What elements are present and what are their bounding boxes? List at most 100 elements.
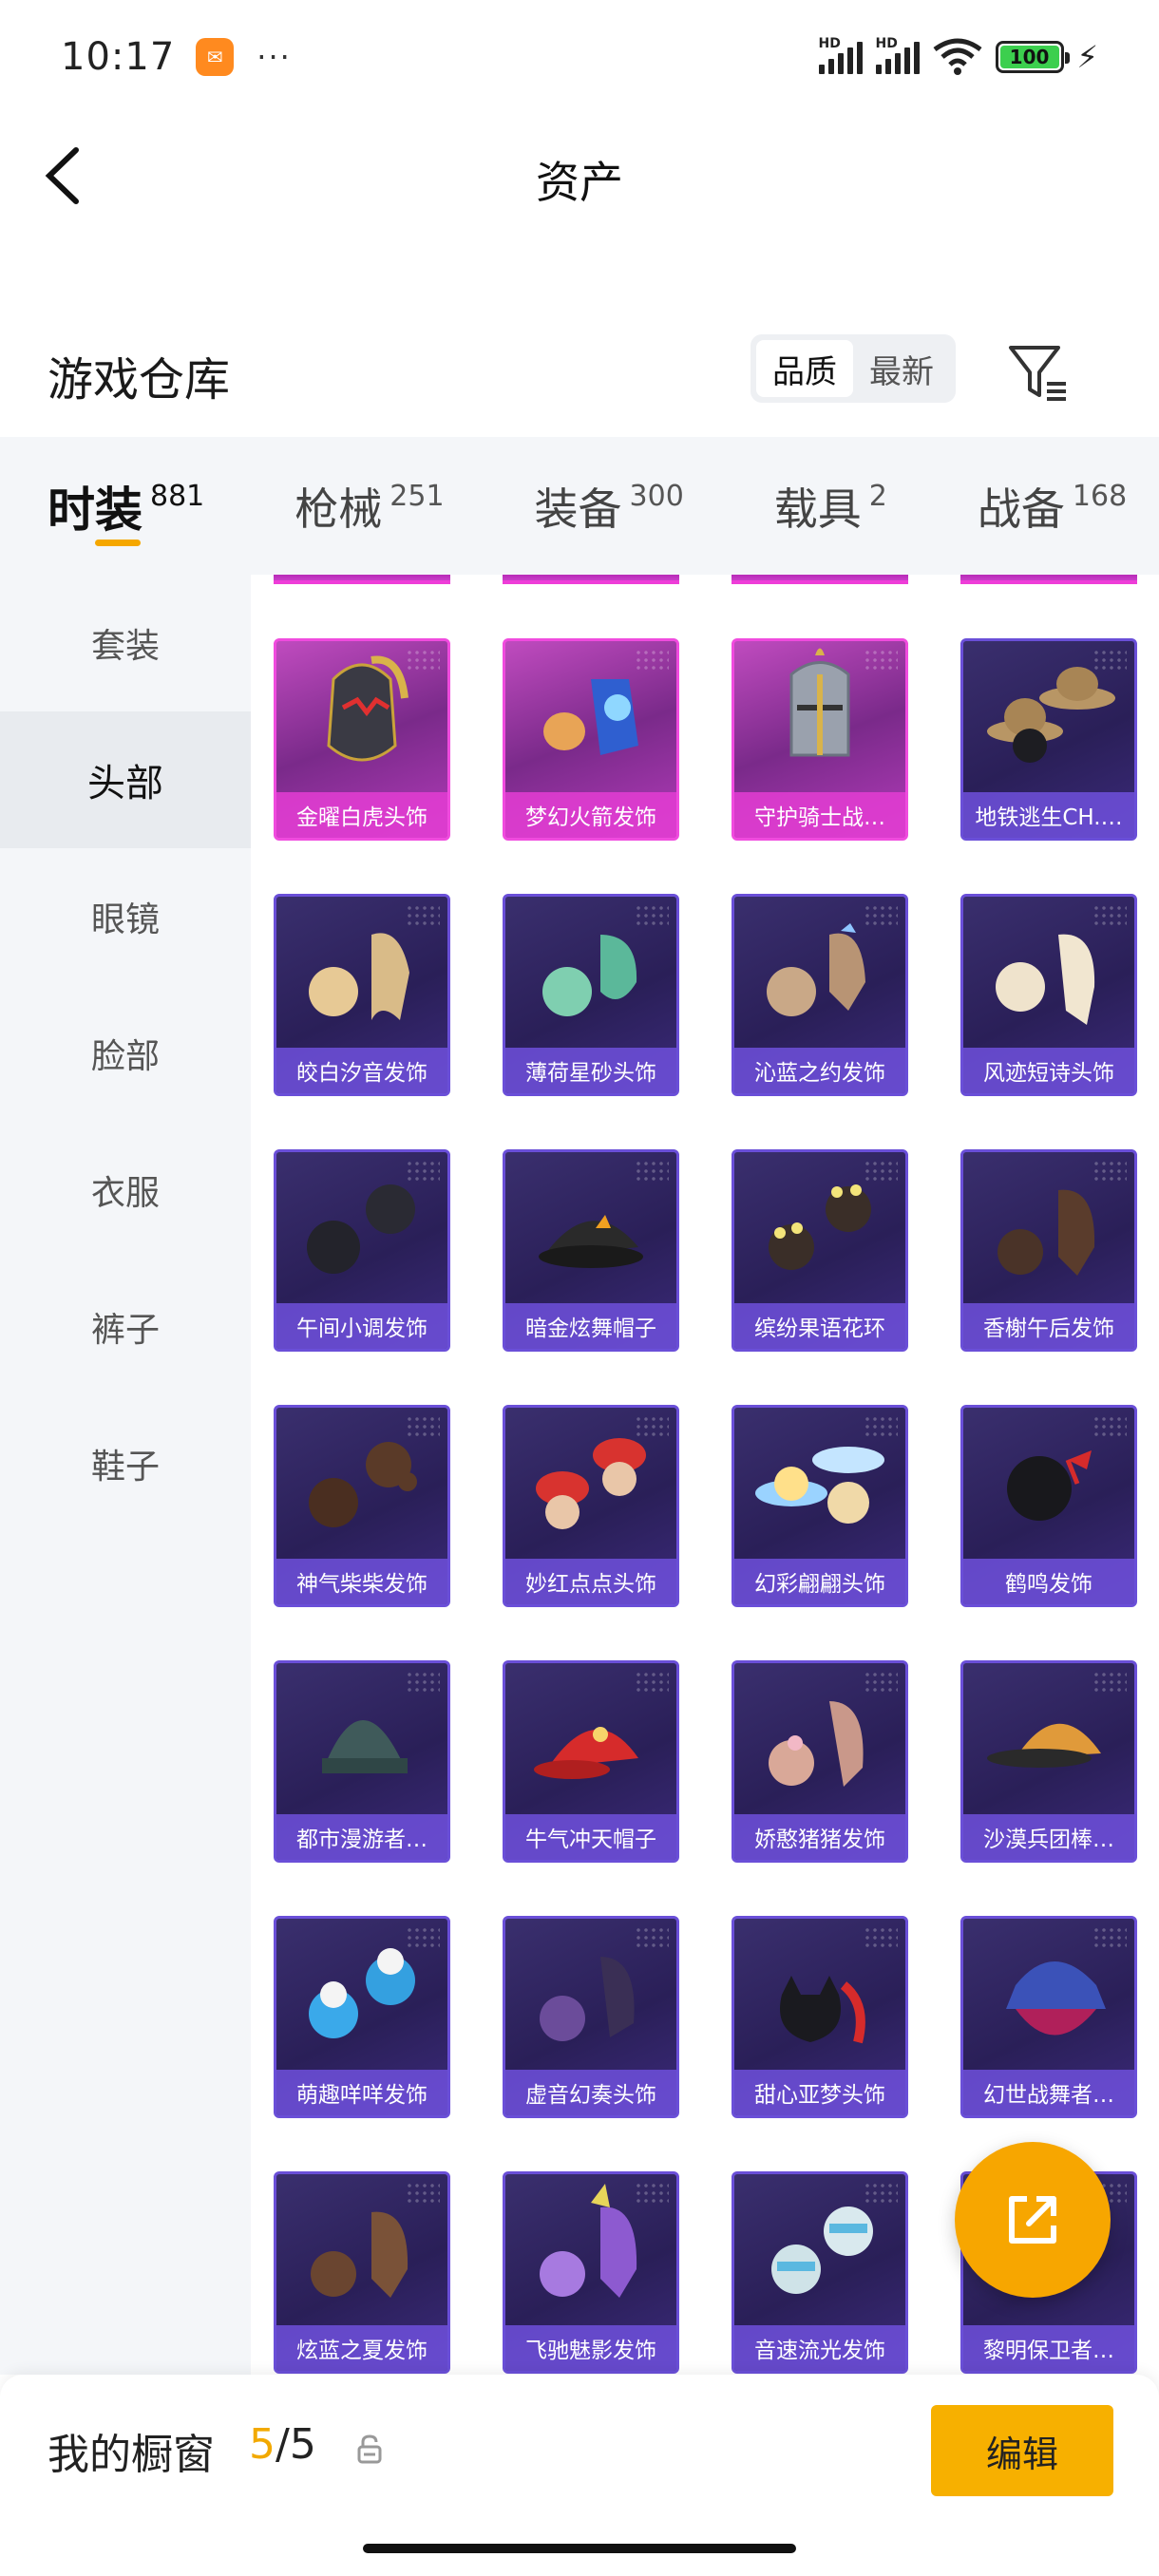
side-item-glasses[interactable]: 眼镜 [0,848,251,985]
tab-equipment[interactable]: 装备 300 [535,437,684,575]
item-card[interactable]: 妙红点点头饰 [503,1405,679,1607]
status-bar: 10:17 ✉ ··· HD HD 100 ⚡ [0,0,1159,114]
card-pattern [635,1415,669,1438]
card-pattern [864,1926,898,1949]
tab-combat-gear[interactable]: 战备 168 [978,437,1127,575]
card-pattern [406,2182,440,2205]
edit-button[interactable]: 编辑 [931,2405,1113,2496]
item-name: 虚音幻奏头饰 [505,2070,676,2115]
tab-firearms[interactable]: 枪械 251 [294,437,444,575]
item-card[interactable]: 飞驰魅影发饰 [503,2171,679,2374]
item-name: 梦幻火箭发饰 [505,792,676,838]
item-card[interactable]: 缤纷果语花环 [732,1149,908,1352]
card-pattern [1092,649,1127,672]
item-card[interactable]: 香榭午后发饰 [960,1149,1137,1352]
item-card[interactable]: 皎白汐音发饰 [274,894,450,1096]
item-card[interactable]: 神气柴柴发饰 [274,1405,450,1607]
item-card[interactable]: 萌趣咩咩发饰 [274,1916,450,2118]
app-header: 资产 [0,123,1159,228]
item-name: 守护骑士战… [734,792,905,838]
item-card[interactable]: 风迹短诗头饰 [960,894,1137,1096]
item-card[interactable]: 娇憨猪猪发饰 [732,1660,908,1863]
sort-option-newest[interactable]: 最新 [853,340,950,397]
side-item-shoes[interactable]: 鞋子 [0,1395,251,1532]
item-grid-area: 金曜白虎头饰 梦幻火箭发饰 守护骑士战… 地铁逃生CH.… 皎白汐音发饰 薄荷星砂头饰 沁蓝… [251,575,1159,2375]
card-pattern [635,904,669,927]
tab-vehicles[interactable]: 载具 2 [774,437,887,575]
item-card[interactable]: 虚音幻奏头饰 [503,1916,679,2118]
item-card[interactable]: 沙漠兵团棒… [960,1660,1137,1863]
sub-category-menu: 套装 头部 眼镜 脸部 衣服 裤子 鞋子 [0,575,251,2375]
item-name: 地铁逃生CH.… [963,792,1134,838]
network-label: HD [818,36,841,51]
item-name: 甜心亚梦头饰 [734,2070,905,2115]
side-item-clothes[interactable]: 衣服 [0,1122,251,1259]
share-button[interactable] [955,2142,1111,2298]
card-pattern [864,1160,898,1183]
item-card[interactable]: 梦幻火箭发饰 [503,638,679,841]
section-title: 游戏仓库 [48,353,231,407]
card-pattern [864,904,898,927]
card-pattern [864,1415,898,1438]
side-item-pants[interactable]: 裤子 [0,1259,251,1395]
tab-fashion[interactable]: 时装 881 [48,437,204,575]
item-card[interactable]: 幻彩翩翩头饰 [732,1405,908,1607]
item-name: 沁蓝之约发饰 [734,1048,905,1093]
status-icons: HD HD 100 ⚡ [818,36,1098,76]
sort-option-quality[interactable]: 品质 [756,340,853,397]
item-card[interactable]: 薄荷星砂头饰 [503,894,679,1096]
side-item-suits[interactable]: 套装 [0,575,251,711]
card-pattern [864,649,898,672]
side-item-face[interactable]: 脸部 [0,985,251,1122]
item-name: 都市漫游者… [276,1814,447,1860]
side-item-head[interactable]: 头部 [0,711,251,848]
card-pattern [635,1160,669,1183]
home-indicator[interactable] [363,2544,796,2553]
showcase-current: 5 [249,2420,276,2469]
item-card[interactable]: 守护骑士战… [732,638,908,841]
showcase-count: 5/5 [249,2420,316,2469]
battery-icon: 100 [995,41,1070,73]
tab-count: 251 [390,480,445,513]
card-pattern [1092,904,1127,927]
item-name: 神气柴柴发饰 [276,1559,447,1604]
category-tabs: 时装 881 枪械 251 装备 300 载具 2 战备 168 [0,437,1159,575]
card-pattern [406,1926,440,1949]
tab-active-indicator [95,540,141,546]
item-card[interactable]: 午间小调发饰 [274,1149,450,1352]
tab-count: 881 [150,480,205,513]
item-card[interactable]: 甜心亚梦头饰 [732,1916,908,2118]
item-card[interactable]: 鹤鸣发饰 [960,1405,1137,1607]
tab-count: 300 [629,480,684,513]
tab-label: 装备 [534,483,622,535]
item-card[interactable]: 地铁逃生CH.… [960,638,1137,841]
item-card[interactable]: 沁蓝之约发饰 [732,894,908,1096]
card-pattern [635,649,669,672]
item-card[interactable]: 音速流光发饰 [732,2171,908,2374]
partial-card [732,575,908,584]
partial-card [960,575,1137,584]
item-name: 妙红点点头饰 [505,1559,676,1604]
showcase-total: /5 [276,2420,316,2469]
more-notifications-icon: ··· [256,39,292,75]
tab-label: 枪械 [294,483,383,535]
item-card[interactable]: 牛气冲天帽子 [503,1660,679,1863]
item-card[interactable]: 暗金炫舞帽子 [503,1149,679,1352]
item-name: 皎白汐音发饰 [276,1048,447,1093]
tab-label: 时装 [48,482,142,538]
showcase-label: 我的橱窗 [48,2431,215,2479]
signal-icon-2: HD [875,36,920,74]
showcase-bar: 我的橱窗 5/5 编辑 [0,2375,1159,2576]
scrolled-row-edge [274,575,1137,584]
item-name: 娇憨猪猪发饰 [734,1814,905,1860]
signal-icon: HD [818,36,863,74]
card-pattern [1092,1926,1127,1949]
item-card[interactable]: 幻世战舞者… [960,1916,1137,2118]
item-name: 风迹短诗头饰 [963,1048,1134,1093]
filter-icon[interactable] [1005,340,1072,407]
item-card[interactable]: 都市漫游者… [274,1660,450,1863]
item-name: 金曜白虎头饰 [276,792,447,838]
item-name: 沙漠兵团棒… [963,1814,1134,1860]
item-card[interactable]: 炫蓝之夏发饰 [274,2171,450,2374]
item-card[interactable]: 金曜白虎头饰 [274,638,450,841]
